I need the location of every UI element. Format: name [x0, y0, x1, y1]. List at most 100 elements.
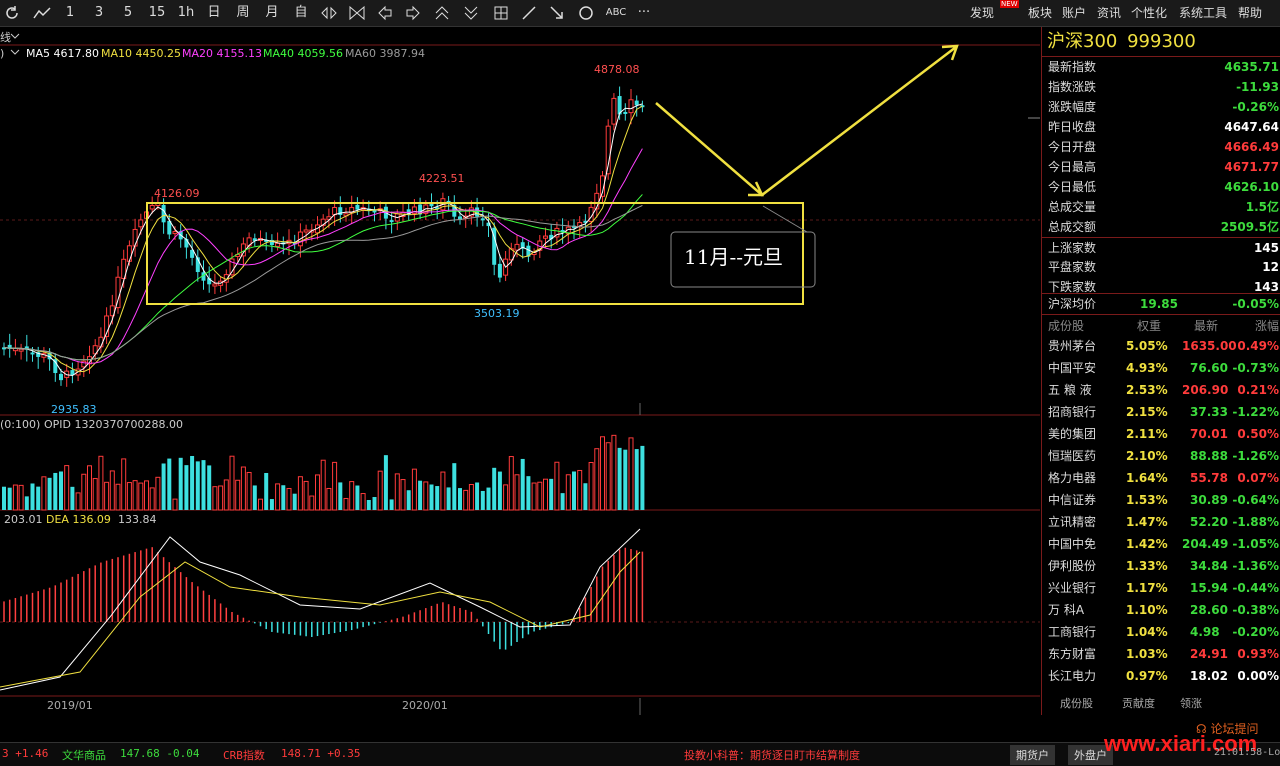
constituent-row[interactable]: 东方财富 1.03% 24.91 0.93% [1042, 643, 1280, 665]
quote-row: 总成交量 1.5亿 [1042, 197, 1280, 217]
stock-price: 15.94 [1190, 581, 1228, 595]
constituent-row[interactable]: 中国中免 1.42% 204.49 -1.05% [1042, 533, 1280, 555]
period-week[interactable]: 周 [234, 4, 252, 22]
stock-weight: 2.53% [1126, 383, 1168, 397]
constituent-row[interactable]: 招商银行 2.15% 37.33 -1.22% [1042, 401, 1280, 423]
line-chart-icon[interactable] [32, 4, 52, 22]
quote-value: -11.93 [1236, 80, 1279, 94]
arrow-up-double-icon[interactable] [433, 4, 451, 22]
quote-row: 最新指数 4635.71 [1042, 57, 1280, 77]
volume-bar [303, 480, 309, 511]
volume-bar [218, 485, 224, 511]
menu-help[interactable]: 帮助 [1238, 4, 1262, 22]
volume-bar [372, 497, 377, 510]
period-day[interactable]: 日 [205, 4, 223, 22]
candle [634, 100, 639, 106]
refresh-icon[interactable] [3, 4, 21, 22]
stock-change: 0.49% [1237, 339, 1279, 353]
arrow-down-double-icon[interactable] [462, 4, 480, 22]
stock-weight: 1.33% [1126, 559, 1168, 573]
period-1h[interactable]: 1h [176, 4, 196, 22]
period-1[interactable]: 1 [63, 4, 77, 22]
constituent-row[interactable]: 贵州茅台 5.05% 1635.00 0.49% [1042, 335, 1280, 357]
period-3[interactable]: 3 [92, 4, 106, 22]
menu-discover[interactable]: 发现 [970, 4, 994, 22]
index-name: 沪深300 [1047, 31, 1118, 52]
constituent-row[interactable]: 万 科A 1.10% 28.60 -0.38% [1042, 599, 1280, 621]
stock-price: 4.98 [1190, 625, 1220, 639]
kline-chart[interactable]: ) 线 MA5 4617.80 MA10 4450.25 MA20 4155.1… [0, 27, 1040, 715]
xaxis-label-2019: 2019/01 [47, 699, 93, 712]
chevron-down-icon[interactable] [10, 31, 20, 44]
constituent-row[interactable]: 美的集团 2.11% 70.01 0.50% [1042, 423, 1280, 445]
stock-weight: 1.42% [1126, 537, 1168, 551]
expand-horizontal-icon[interactable] [320, 4, 338, 22]
tab-constituents[interactable]: 成份股 [1060, 695, 1093, 713]
header-price: 最新 [1194, 319, 1219, 333]
draw-line-icon[interactable] [520, 4, 538, 22]
period-custom[interactable]: 自 [292, 4, 310, 22]
ticker3-name[interactable]: CRB指数 [223, 747, 265, 763]
stock-change: -0.73% [1232, 361, 1279, 375]
stock-weight: 2.11% [1126, 427, 1168, 441]
volume-bar [531, 482, 537, 511]
more-button[interactable]: ··· [634, 4, 654, 22]
ma10-label: MA10 4450.25 [101, 47, 181, 60]
ticker2-name[interactable]: 文华商品 [62, 747, 106, 763]
constituent-row[interactable]: 恒瑞医药 2.10% 88.88 -1.26% [1042, 445, 1280, 467]
grid-icon[interactable] [492, 4, 510, 22]
volume-bar [514, 474, 520, 511]
stock-change: 0.93% [1237, 647, 1279, 661]
tab-leaders[interactable]: 领涨 [1180, 695, 1202, 713]
text-tool-button[interactable]: ABC [604, 4, 628, 22]
arrow-left-icon[interactable] [376, 4, 394, 22]
futures-account-button[interactable]: 期货户 [1010, 745, 1055, 765]
tab-contribution[interactable]: 贡献度 [1122, 695, 1155, 713]
volume-bar [212, 486, 218, 511]
volume-bar [92, 478, 98, 511]
volume-bar [377, 470, 383, 511]
constituent-row[interactable]: 立讯精密 1.47% 52.20 -1.88% [1042, 511, 1280, 533]
volume-bar [628, 437, 634, 511]
constituent-row[interactable]: 工商银行 1.04% 4.98 -0.20% [1042, 621, 1280, 643]
circle-icon[interactable] [577, 4, 595, 22]
candles-group [2, 86, 645, 387]
menu-system-tools[interactable]: 系统工具 [1179, 4, 1227, 22]
constituent-row[interactable]: 兴业银行 1.17% 15.94 -0.44% [1042, 577, 1280, 599]
menu-sector[interactable]: 板块 [1028, 4, 1052, 22]
volume-bar [207, 465, 212, 510]
quote-panel: 沪深300 999300 最新指数 4635.71 指数涨跌 -11.93 涨跌幅度 -0… [1041, 27, 1280, 715]
quote-row: 总成交额 2509.5亿 [1042, 217, 1280, 237]
constituent-row[interactable]: 伊利股份 1.33% 34.84 -1.36% [1042, 555, 1280, 577]
volume-bar [132, 480, 138, 511]
constituent-row[interactable]: 中国平安 4.93% 76.60 -0.73% [1042, 357, 1280, 379]
kline-chart-canvas[interactable] [0, 27, 1040, 715]
arrow-right-icon[interactable] [404, 4, 422, 22]
period-15[interactable]: 15 [147, 4, 167, 22]
constituent-row[interactable]: 五 粮 液 2.53% 206.90 0.21% [1042, 379, 1280, 401]
draw-arrow-icon[interactable] [548, 4, 566, 22]
constituent-row[interactable]: 长江电力 0.97% 18.02 0.00% [1042, 665, 1280, 687]
quote-value: 4666.49 [1224, 140, 1279, 154]
menu-news[interactable]: 资讯 [1097, 4, 1121, 22]
candle [275, 242, 281, 247]
period-month[interactable]: 月 [263, 4, 281, 22]
menu-personalize[interactable]: 个性化 [1131, 4, 1167, 22]
ticker1-value: 3 +1.46 [2, 747, 49, 760]
chevron-down-icon[interactable] [10, 47, 20, 60]
compress-icon[interactable] [348, 4, 366, 22]
volume-bar [366, 499, 371, 510]
period-5[interactable]: 5 [121, 4, 135, 22]
stock-weight: 1.64% [1126, 471, 1168, 485]
ma-line [3, 148, 643, 364]
volume-bar [468, 483, 474, 511]
candle [514, 243, 520, 251]
volume-bar [594, 448, 600, 511]
volume-bar [138, 482, 144, 511]
quote-label: 今日开盘 [1048, 140, 1097, 154]
volume-bar [292, 493, 297, 510]
constituent-row[interactable]: 中信证券 1.53% 30.89 -0.64% [1042, 489, 1280, 511]
notice-text[interactable]: 投教小科普：期货逐日盯市结算制度 [684, 747, 860, 763]
constituent-row[interactable]: 格力电器 1.64% 55.78 0.07% [1042, 467, 1280, 489]
menu-account[interactable]: 账户 [1062, 4, 1086, 22]
